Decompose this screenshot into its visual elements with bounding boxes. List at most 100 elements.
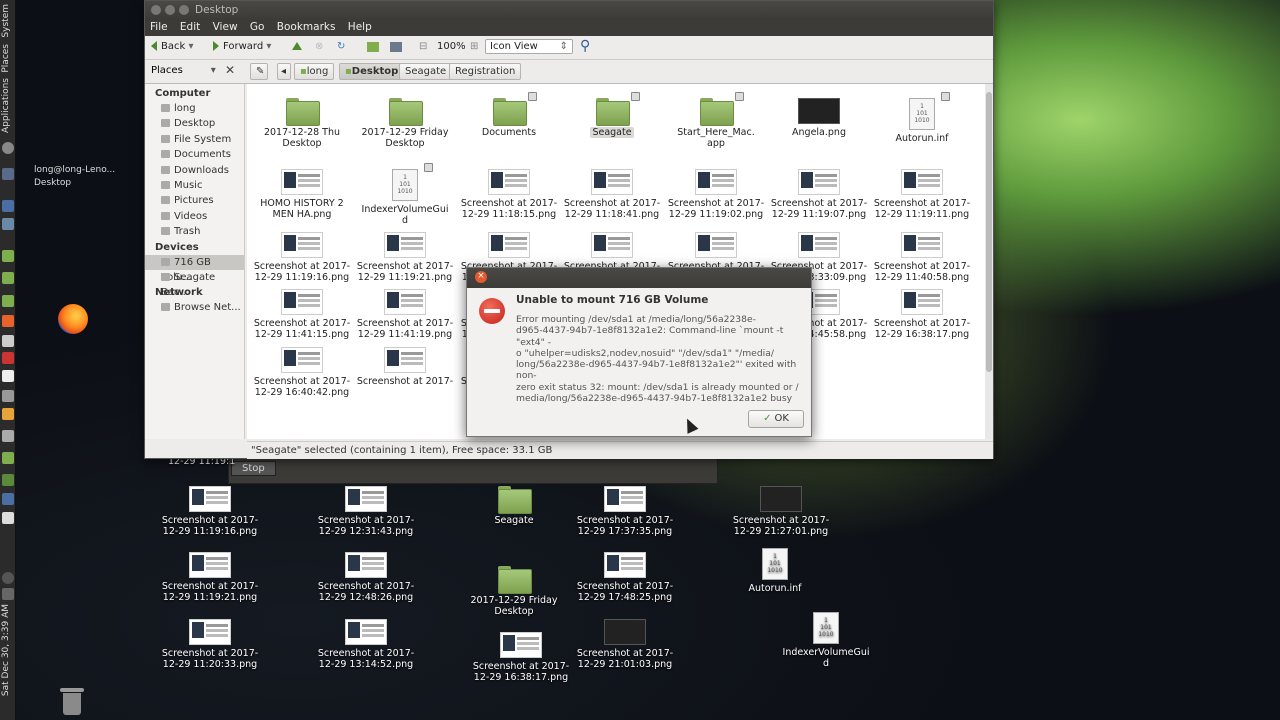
terminal-icon[interactable]: [2, 168, 14, 180]
zoom-out-icon[interactable]: ⊟: [419, 41, 427, 52]
sidebar-item-computer-4[interactable]: Downloads: [145, 163, 244, 178]
menu-go[interactable]: Go: [250, 21, 265, 33]
system-menu[interactable]: System: [1, 4, 11, 38]
desktop-icon[interactable]: Screenshot at 2017- 12-29 13:14:52.png: [311, 619, 421, 670]
sidebar-item-computer-5[interactable]: Music: [145, 178, 244, 193]
app-icon-grey[interactable]: [2, 335, 14, 347]
dialog-titlebar[interactable]: ×: [467, 268, 811, 288]
edit-location-icon[interactable]: ✎: [250, 63, 268, 80]
applications-menu[interactable]: Applications: [1, 78, 11, 133]
view-mode-select[interactable]: Icon View ⇕: [485, 39, 573, 54]
crumb-long[interactable]: ▪long: [294, 63, 335, 80]
monitor-icon[interactable]: [2, 218, 14, 230]
text-editor-icon[interactable]: [2, 370, 14, 382]
firefox-icon[interactable]: [58, 304, 88, 334]
sidebar-item-computer-6[interactable]: Pictures: [145, 193, 244, 208]
menu-bookmarks[interactable]: Bookmarks: [277, 21, 336, 33]
desktop-icon[interactable]: Seagate: [459, 486, 569, 526]
file-item[interactable]: 1 101 1010 IndexerVolumeGui d: [355, 163, 455, 226]
minimize-icon[interactable]: [165, 5, 175, 15]
sidebar-item-computer-7[interactable]: Videos: [145, 209, 244, 224]
files-icon[interactable]: [2, 200, 14, 212]
desktop-icon[interactable]: Screenshot at 2017- 12-29 17:37:35.png: [570, 486, 680, 537]
file-item[interactable]: Documents: [459, 92, 559, 138]
sidebar-item-computer-8[interactable]: Trash: [145, 224, 244, 239]
menu-view[interactable]: View: [213, 21, 238, 33]
crumb-desktop[interactable]: ▪Desktop: [339, 63, 405, 80]
file-item[interactable]: Screenshot at 2017- 12-29 16:40:42.png: [252, 347, 352, 398]
file-item[interactable]: Screenshot at 2017- 12-29 11:19:16.png: [252, 232, 352, 283]
app-icon-help[interactable]: [2, 512, 14, 524]
desktop-icon[interactable]: 1 101 1010 IndexerVolumeGui d: [771, 612, 881, 669]
app-icon-grey-2[interactable]: [2, 390, 14, 402]
crumb-left-icon[interactable]: ◂: [277, 63, 291, 80]
volume-icon[interactable]: [2, 588, 14, 600]
places-select[interactable]: Places ▾: [151, 65, 216, 76]
forward-button[interactable]: Forward ▾: [213, 41, 271, 52]
file-item[interactable]: HOMO HISTORY 2 MEN HA.png: [252, 169, 352, 220]
file-item[interactable]: Screenshot at 2017- 12-29 11:40:58.png: [872, 232, 972, 283]
app-icon-blue[interactable]: [2, 493, 14, 505]
folder-launcher-icon-3[interactable]: [2, 295, 14, 307]
network-icon[interactable]: [2, 142, 14, 154]
up-arrow-icon[interactable]: [292, 42, 302, 53]
folder-launcher-icon-2[interactable]: [2, 272, 14, 284]
desktop-icon[interactable]: Screenshot at 2017- 12-29 11:19:21.png: [155, 552, 265, 603]
back-button[interactable]: Back ▾: [151, 41, 194, 52]
app-icon-red[interactable]: [2, 352, 14, 364]
file-item[interactable]: Angela.png: [769, 98, 869, 138]
desktop-icon[interactable]: Screenshot at 2017- 12-29 11:19:16.png: [155, 486, 265, 537]
file-item[interactable]: Seagate: [562, 92, 662, 138]
reload-icon[interactable]: ↻: [337, 41, 345, 52]
folder-launcher-icon-4[interactable]: [2, 452, 14, 464]
sidebar-item-computer-3[interactable]: Documents: [145, 147, 244, 162]
app-icon-green[interactable]: [2, 474, 14, 486]
sidebar-item-computer-2[interactable]: File System: [145, 132, 244, 147]
app-icon-yellow[interactable]: [2, 408, 14, 420]
desktop-icon[interactable]: Screenshot at 2017- 12-29 11:20:33.png: [155, 619, 265, 670]
file-item[interactable]: Screenshot at 2017- 12-29 11:18:15.png: [459, 169, 559, 220]
menu-edit[interactable]: Edit: [180, 21, 200, 33]
menu-help[interactable]: Help: [348, 21, 372, 33]
home-icon[interactable]: [367, 42, 379, 52]
sidebar-item-devices-1[interactable]: Seagate Bac...: [145, 270, 244, 298]
desktop-icon[interactable]: 1 101 1010 Autorun.inf: [720, 548, 830, 594]
file-item[interactable]: Screenshot at 2017- 12-29 11:19:11.png: [872, 169, 972, 220]
places-menu[interactable]: Places: [1, 44, 11, 73]
dialog-close-icon[interactable]: ×: [475, 271, 487, 283]
desktop-icon[interactable]: Screenshot at 2017- 12-29 17:48:25.png: [570, 552, 680, 603]
file-item[interactable]: Screenshot at 2017- 12-29 11:41:19.png: [355, 289, 455, 340]
desktop-icon[interactable]: Screenshot at 2017- 12-29 16:38:17.png: [466, 632, 576, 683]
menu-file[interactable]: File: [150, 21, 168, 33]
ok-button[interactable]: ✓ OK: [748, 410, 804, 428]
maximize-icon[interactable]: [179, 5, 189, 15]
file-item[interactable]: Screenshot at 2017- 12-29 11:19:07.png: [769, 169, 869, 220]
folder-launcher-icon[interactable]: [2, 250, 14, 262]
stop-button[interactable]: Stop: [231, 461, 276, 476]
file-item[interactable]: 2017-12-29 Friday Desktop: [355, 98, 455, 149]
crumb-registration[interactable]: Registration: [449, 63, 522, 80]
computer-icon[interactable]: [390, 42, 402, 52]
window-titlebar[interactable]: Desktop: [145, 1, 993, 19]
sidebar-item-computer-1[interactable]: Desktop: [145, 116, 244, 131]
sidebar-item-devices-0[interactable]: 716 GB Volu...: [145, 254, 244, 283]
file-item[interactable]: Screenshot at 2017- 12-29 11:19:02.png: [666, 169, 766, 220]
app-icon-grey-3[interactable]: [2, 430, 14, 442]
file-item[interactable]: 1 101 1010 Autorun.inf: [872, 92, 972, 144]
close-icon[interactable]: [151, 5, 161, 15]
sidebar-item-computer-0[interactable]: long: [145, 101, 244, 116]
desktop-icon[interactable]: Screenshot at 2017- 12-29 12:48:26.png: [311, 552, 421, 603]
search-icon[interactable]: ⚲: [580, 38, 590, 54]
trash-icon[interactable]: [60, 688, 84, 716]
crumb-seagate[interactable]: Seagate: [399, 63, 453, 80]
wifi-icon[interactable]: [2, 572, 14, 584]
desktop-icon[interactable]: 2017-12-29 Friday Desktop: [459, 566, 569, 617]
file-item[interactable]: Screenshot at 2017- 12-29 11:41:15.png: [252, 289, 352, 340]
sidebar-item-network-0[interactable]: Browse Net...: [145, 300, 244, 315]
close-sidebar-icon[interactable]: ✕: [225, 63, 235, 77]
file-item[interactable]: Start_Here_Mac. app: [666, 92, 766, 149]
desktop-icon[interactable]: Screenshot at 2017- 12-29 21:27:01.png: [726, 486, 836, 537]
app-icon-orange[interactable]: [2, 315, 14, 327]
file-item[interactable]: 2017-12-28 Thu Desktop: [252, 98, 352, 149]
file-item[interactable]: Screenshot at 2017- 12-29 11:18:41.png: [562, 169, 662, 220]
